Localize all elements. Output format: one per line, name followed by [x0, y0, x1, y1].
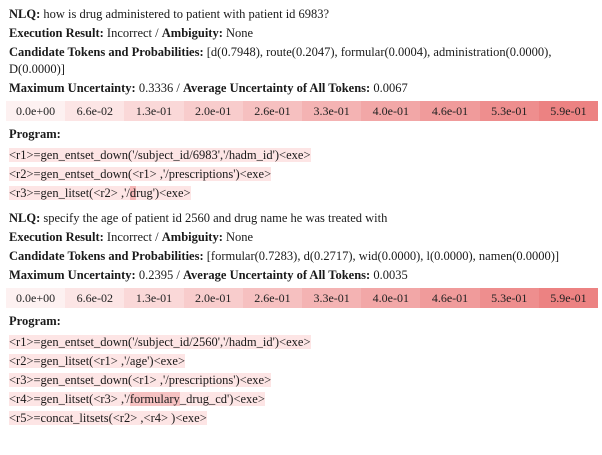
program-line: <r4>=gen_litset(<r3> ,'/formulary_drug_c…	[9, 390, 599, 409]
separator: /	[152, 230, 162, 244]
exec-label: Execution Result:	[9, 26, 104, 40]
nlq-line: NLQ: how is drug administered to patient…	[9, 5, 599, 24]
max-uncertainty-value: 0.3336	[138, 81, 174, 95]
scale-cell: 6.6e-02	[65, 288, 125, 308]
scale-cell: 5.9e-01	[538, 288, 599, 308]
scale-cell: 4.0e-01	[361, 288, 421, 308]
scale-cell: 6.6e-02	[65, 101, 125, 121]
program-line: <r3>=gen_litset(<r2> ,'/drug')<exe>	[9, 184, 599, 203]
scale-cell: 3.3e-01	[302, 288, 362, 308]
max-uncertainty-label: Maximum Uncertainty:	[9, 268, 136, 282]
uncertainty-color-scale: 0.0e+00 6.6e-02 1.3e-01 2.0e-01 2.6e-01 3.3e-…	[6, 101, 599, 121]
scale-cell: 3.3e-01	[302, 101, 362, 121]
scale-cell: 2.6e-01	[242, 288, 303, 308]
program-token: rug')<exe>	[136, 186, 191, 200]
max-uncertainty-value: 0.2395	[138, 268, 174, 282]
avg-uncertainty-value: 0.0035	[373, 268, 408, 282]
scale-cell: 2.0e-01	[183, 101, 243, 121]
uncertainty-color-scale: 0.0e+00 6.6e-02 1.3e-01 2.0e-01 2.6e-01 3.3e-…	[6, 288, 599, 308]
page: NLQ: how is drug administered to patient…	[0, 0, 599, 428]
execution-line: Execution Result: Incorrect / Ambiguity:…	[9, 228, 599, 247]
nlq-label: NLQ:	[9, 7, 41, 21]
exec-value: Incorrect	[106, 26, 153, 40]
exec-label: Execution Result:	[9, 230, 104, 244]
avg-uncertainty-label: Average Uncertainty of All Tokens:	[182, 81, 371, 95]
candidates-value: [formular(0.7283), d(0.2717), wid(0.0000…	[206, 249, 560, 263]
program-token: _drug_cd')<exe>	[179, 392, 265, 406]
program-line: <r5>=concat_litsets(<r2> ,<r4> )<exe>	[9, 409, 599, 428]
scale-cell: 2.6e-01	[242, 101, 303, 121]
program-heading: Program:	[9, 125, 599, 144]
program-token: <r3>=gen_entset_down(<r1> ,'/prescriptio…	[9, 373, 272, 387]
program-token: <r2>=gen_entset_down(<r1> ,'/prescriptio…	[9, 167, 272, 181]
program-token: <r5>=concat_litsets(<r2> ,<r4> )<exe>	[9, 411, 207, 425]
uncertainty-line: Maximum Uncertainty: 0.3336 / Average Un…	[9, 79, 599, 98]
program-line: <r2>=gen_litset(<r1> ,'/age')<exe>	[9, 352, 599, 371]
scale-cell: 5.3e-01	[479, 101, 539, 121]
max-uncertainty-label: Maximum Uncertainty:	[9, 81, 136, 95]
separator: /	[173, 268, 183, 282]
execution-line: Execution Result: Incorrect / Ambiguity:…	[9, 24, 599, 43]
program-line: <r2>=gen_entset_down(<r1> ,'/prescriptio…	[9, 165, 599, 184]
example-2: NLQ: specify the age of patient id 2560 …	[6, 209, 599, 428]
candidates-label: Candidate Tokens and Probabilities:	[9, 45, 204, 59]
nlq-text: how is drug administered to patient with…	[43, 7, 330, 21]
program-token: <r2>=gen_litset(<r1> ,'/age')<exe>	[9, 354, 186, 368]
exec-value: Incorrect	[106, 230, 153, 244]
separator: /	[173, 81, 183, 95]
example-1: NLQ: how is drug administered to patient…	[6, 5, 599, 203]
program-heading: Program:	[9, 312, 599, 331]
nlq-label: NLQ:	[9, 211, 41, 225]
avg-uncertainty-value: 0.0067	[373, 81, 408, 95]
nlq-line: NLQ: specify the age of patient id 2560 …	[9, 209, 599, 228]
program-lines: <r1>=gen_entset_down('/subject_id/2560',…	[9, 333, 599, 428]
nlq-text: specify the age of patient id 2560 and d…	[43, 211, 388, 225]
ambiguity-label: Ambiguity:	[161, 26, 223, 40]
scale-cell: 5.9e-01	[538, 101, 599, 121]
scale-cell: 1.3e-01	[124, 101, 184, 121]
scale-cell: 2.0e-01	[183, 288, 243, 308]
uncertainty-line: Maximum Uncertainty: 0.2395 / Average Un…	[9, 266, 599, 285]
program-label: Program:	[9, 314, 61, 328]
scale-cell: 4.6e-01	[420, 288, 480, 308]
program-token: <r4>=gen_litset(<r3> ,'/	[9, 392, 130, 406]
program-lines: <r1>=gen_entset_down('/subject_id/6983',…	[9, 146, 599, 203]
program-token: <r1>=gen_entset_down('/subject_id/6983',…	[9, 148, 311, 162]
scale-cell: 1.3e-01	[124, 288, 184, 308]
scale-cell: 0.0e+00	[6, 101, 66, 121]
separator: /	[152, 26, 162, 40]
scale-cell: 4.6e-01	[420, 101, 480, 121]
candidates-label: Candidate Tokens and Probabilities:	[9, 249, 204, 263]
program-label: Program:	[9, 127, 61, 141]
avg-uncertainty-label: Average Uncertainty of All Tokens:	[182, 268, 371, 282]
program-token: <r3>=gen_litset(<r2> ,'/	[9, 186, 130, 200]
ambiguity-value: None	[226, 26, 254, 40]
program-line: <r3>=gen_entset_down(<r1> ,'/prescriptio…	[9, 371, 599, 390]
program-line: <r1>=gen_entset_down('/subject_id/6983',…	[9, 146, 599, 165]
candidates-line: Candidate Tokens and Probabilities: [d(0…	[9, 44, 597, 78]
scale-cell: 0.0e+00	[6, 288, 66, 308]
scale-cell: 4.0e-01	[361, 101, 421, 121]
scale-cell: 5.3e-01	[479, 288, 539, 308]
candidates-value-cont: D(0.0000)]	[9, 62, 65, 76]
ambiguity-label: Ambiguity:	[161, 230, 223, 244]
ambiguity-value: None	[226, 230, 254, 244]
program-line: <r1>=gen_entset_down('/subject_id/2560',…	[9, 333, 599, 352]
candidates-line: Candidate Tokens and Probabilities: [for…	[9, 247, 599, 266]
program-token: <r1>=gen_entset_down('/subject_id/2560',…	[9, 335, 311, 349]
candidates-value: [d(0.7948), route(0.2047), formular(0.00…	[206, 45, 552, 59]
program-token: formulary	[129, 392, 180, 406]
